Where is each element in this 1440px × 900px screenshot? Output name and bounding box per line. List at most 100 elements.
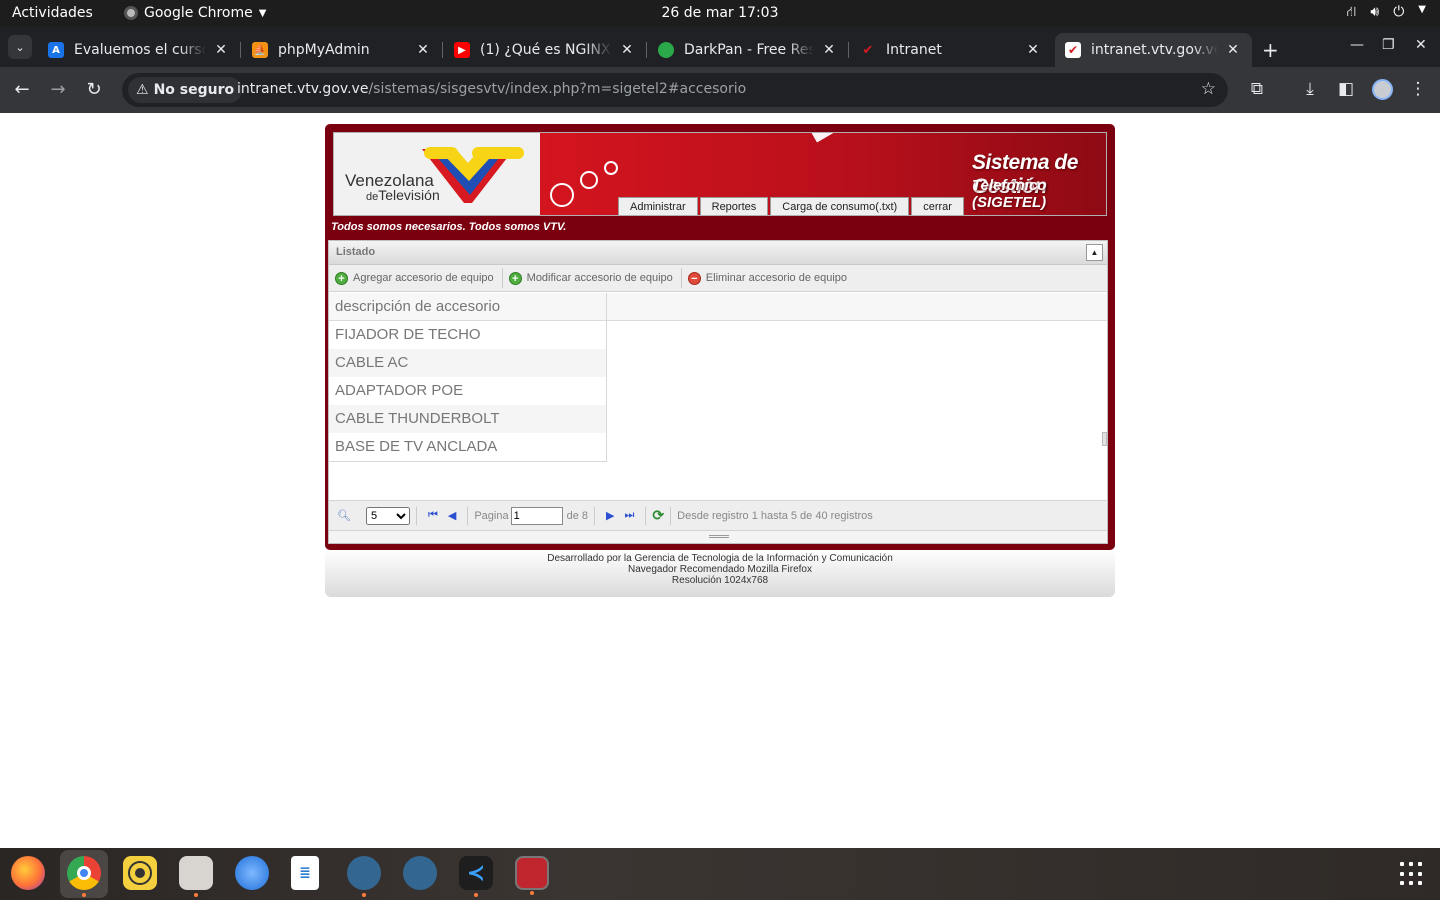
dock: ≣ ≺	[0, 848, 1440, 900]
thunderbird-icon[interactable]	[235, 856, 269, 890]
tab-intranet[interactable]: ✔ Intranet ✕	[850, 33, 1052, 67]
tab-intranet-active[interactable]: ✔ intranet.vtv.gov.ve ✕	[1055, 33, 1252, 67]
top-menu: Administrar Reportes Carga de consumo(.t…	[618, 197, 964, 215]
add-accessory-button[interactable]: + Agregar accesorio de equipo	[329, 268, 503, 288]
table-row[interactable]: CABLE AC	[329, 349, 606, 377]
side-panel-icon[interactable]: ◧	[1335, 79, 1357, 99]
panel-title: Listado	[336, 246, 376, 258]
delete-accessory-button[interactable]: − Eliminar accesorio de equipo	[682, 268, 855, 288]
tab-separator	[646, 42, 647, 58]
tab-title: (1) ¿Qué es NGINX y	[480, 42, 612, 58]
tab-search-button[interactable]: ⌄	[8, 35, 32, 59]
close-icon[interactable]: ✕	[1224, 42, 1242, 58]
vtv-favicon-icon: ✔	[862, 42, 874, 58]
close-icon[interactable]: ✕	[414, 42, 432, 58]
table-row[interactable]: ADAPTADOR POE	[329, 377, 606, 405]
first-page-icon[interactable]: ⏮	[428, 509, 438, 522]
menu-reportes[interactable]: Reportes	[699, 197, 769, 215]
security-chip[interactable]: ⚠ No seguro	[128, 77, 243, 103]
new-tab-icon[interactable]: +	[1262, 38, 1279, 62]
pgadmin-icon[interactable]	[347, 856, 381, 897]
menu-carga-consumo[interactable]: Carga de consumo(.txt)	[770, 197, 910, 215]
chevron-down-icon: ▼	[258, 7, 267, 19]
record-info: Desde registro 1 hasta 5 de 40 registros	[677, 509, 873, 522]
page-size-select[interactable]: 5	[365, 506, 410, 525]
prev-page-icon[interactable]: ◀	[448, 509, 456, 522]
collapse-panel-icon[interactable]: ▲	[1086, 244, 1103, 261]
tab-strip: ⌄ A Evaluemos el curso ✕ ⛵ phpMyAdmin ✕ …	[0, 27, 1440, 67]
running-indicator	[362, 893, 366, 897]
last-page-icon[interactable]: ⏭	[625, 509, 635, 522]
reload-icon[interactable]: ↻	[83, 79, 105, 100]
libreoffice-writer-icon[interactable]: ≣	[291, 856, 319, 890]
youtube-favicon-icon: ▶	[454, 42, 470, 58]
tab-title: Intranet	[886, 42, 942, 58]
tab-separator	[240, 42, 241, 58]
tab-evaluemos[interactable]: A Evaluemos el curso ✕	[38, 33, 241, 67]
table-row[interactable]: FIJADOR DE TECHO	[329, 321, 606, 349]
forward-icon[interactable]: →	[47, 79, 69, 100]
firefox-icon[interactable]	[11, 856, 45, 890]
grid-header: descripción de accesorio	[329, 293, 1107, 321]
bookmark-star-icon[interactable]: ☆	[1201, 79, 1216, 99]
tab-title: intranet.vtv.gov.ve	[1091, 42, 1218, 58]
warning-icon: ⚠	[136, 82, 149, 98]
vscode-icon[interactable]: ≺	[459, 856, 493, 897]
extensions-icon[interactable]: ⧉	[1246, 79, 1268, 99]
search-icon[interactable]: 🔍︎	[337, 509, 351, 522]
close-icon[interactable]: ✕	[618, 42, 636, 58]
pgadmin-icon-2[interactable]	[403, 856, 437, 890]
tab-darkpan[interactable]: DarkPan - Free Resp ✕	[648, 33, 849, 67]
show-apps-icon[interactable]	[1400, 862, 1424, 886]
accessory-grid: descripción de accesorio FIJADOR DE TECH…	[329, 293, 1107, 462]
tab-title: Evaluemos el curso	[74, 42, 206, 58]
app-menu[interactable]: Google Chrome ▼	[124, 5, 266, 21]
table-row[interactable]: BASE DE TV ANCLADA	[329, 433, 606, 461]
panel-resizer[interactable]	[329, 530, 1107, 543]
tab-youtube[interactable]: ▶ (1) ¿Qué es NGINX y ✕	[444, 33, 647, 67]
close-icon[interactable]: ✕	[1024, 42, 1042, 58]
security-label: No seguro	[153, 82, 235, 98]
menu-administrar[interactable]: Administrar	[618, 197, 698, 215]
download-icon[interactable]: ⤓	[1299, 79, 1321, 99]
system-status-menu[interactable]: ⛙ 🔊︎ ⏻ ▼	[1347, 4, 1426, 22]
close-icon[interactable]: ✕	[820, 42, 838, 58]
maximize-icon[interactable]: ❐	[1382, 37, 1395, 53]
back-icon[interactable]: ←	[11, 79, 33, 100]
url-text[interactable]: intranet.vtv.gov.ve/sistemas/sisgesvtv/i…	[237, 81, 746, 97]
running-indicator	[474, 893, 478, 897]
page-number-input[interactable]	[510, 506, 563, 525]
grid-rows: FIJADOR DE TECHO CABLE AC ADAPTADOR POE …	[329, 321, 607, 462]
more-menu-icon[interactable]: ⋮	[1407, 79, 1429, 99]
separator	[415, 506, 417, 525]
terminal-icon[interactable]	[515, 856, 549, 895]
running-indicator	[82, 893, 86, 897]
page-footer: Desarrollado por la Gerencia de Tecnolog…	[325, 550, 1115, 597]
page-label: Pagina	[474, 509, 509, 522]
app-frame: Venezolana deTelevisión Sistema de Gesti…	[325, 124, 1115, 550]
tab-title: phpMyAdmin	[278, 42, 370, 58]
edit-accessory-button[interactable]: + Modificar accesorio de equipo	[503, 268, 682, 288]
menu-cerrar[interactable]: cerrar	[911, 197, 964, 215]
tab-phpmyadmin[interactable]: ⛵ phpMyAdmin ✕	[242, 33, 443, 67]
activities-button[interactable]: Actividades	[12, 5, 93, 21]
rhythmbox-icon[interactable]	[123, 856, 157, 890]
vtv-logo: Venezolana deTelevisión	[334, 133, 540, 215]
chrome-small-icon	[124, 6, 138, 20]
next-page-icon[interactable]: ▶	[606, 509, 614, 522]
close-icon[interactable]: ✕	[212, 42, 230, 58]
close-window-icon[interactable]: ✕	[1415, 37, 1427, 53]
volume-icon: 🔊︎	[1370, 4, 1380, 20]
chrome-icon[interactable]	[67, 856, 101, 897]
delete-accessory-label: Eliminar accesorio de equipo	[705, 272, 848, 284]
grid-scrollbar[interactable]	[1102, 432, 1107, 446]
table-row[interactable]: CABLE THUNDERBOLT	[329, 405, 606, 433]
files-icon[interactable]	[179, 856, 213, 897]
column-header-descripcion[interactable]: descripción de accesorio	[329, 293, 607, 321]
web-page: Venezolana deTelevisión Sistema de Gesti…	[0, 113, 1440, 848]
address-bar[interactable]: ⚠ No seguro intranet.vtv.gov.ve/sistemas…	[122, 73, 1228, 107]
refresh-icon[interactable]: ⟳	[652, 507, 664, 524]
add-accessory-label: Agregar accesorio de equipo	[353, 272, 494, 284]
profile-avatar[interactable]	[1372, 79, 1393, 100]
minimize-icon[interactable]: —	[1350, 37, 1364, 53]
